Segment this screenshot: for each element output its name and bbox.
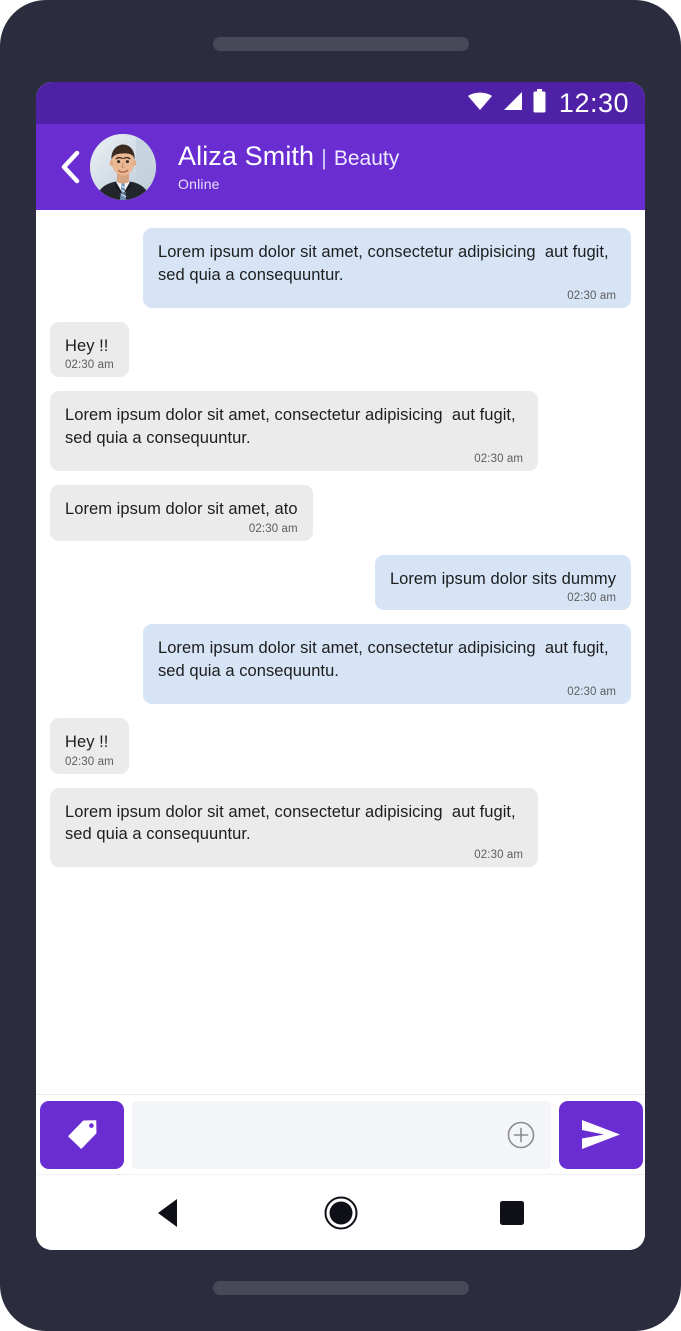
tag-icon xyxy=(68,1119,97,1149)
message-timestamp: 02:30 am xyxy=(248,522,298,535)
message-text: Lorem ipsum dolor sits dummy xyxy=(389,569,616,588)
message-bubble-outgoing[interactable]: Lorem ipsum dolor sits dummy 02:30 am xyxy=(374,554,631,611)
message-timestamp: 02:30 am xyxy=(567,685,616,698)
message-timestamp: 02:30 am xyxy=(65,359,114,372)
message-bubble-incoming[interactable]: Lorem ipsum dolor sit amet, consectetur … xyxy=(50,391,539,471)
message-timestamp: 02:30 am xyxy=(567,592,616,605)
message-bubble-incoming[interactable]: Lorem ipsum dolor sit amet, ato 02:30 am xyxy=(50,484,313,541)
contact-info[interactable]: Aliza Smith | Beauty Online xyxy=(178,140,400,193)
phone-home-indicator-bar xyxy=(212,1281,469,1295)
avatar-photo xyxy=(90,134,156,200)
message-bubble-incoming[interactable]: Hey !! 02:30 am xyxy=(50,717,129,774)
status-bar-time: 12:30 xyxy=(558,87,629,118)
message-text: Hey !! xyxy=(65,732,109,751)
message-text: Lorem ipsum dolor sit amet, ato xyxy=(65,499,298,518)
contact-name-separator: | xyxy=(321,144,327,170)
back-button[interactable] xyxy=(52,144,88,190)
message-input-wrapper[interactable] xyxy=(132,1100,551,1169)
nav-recents-square-icon xyxy=(499,1200,524,1225)
app-bar: Aliza Smith | Beauty Online xyxy=(36,124,645,210)
message-bubble-incoming[interactable]: Hey !! 02:30 am xyxy=(50,321,129,378)
status-bar: 12:30 xyxy=(36,82,645,124)
plus-circle-icon xyxy=(507,1121,535,1148)
avatar[interactable] xyxy=(90,134,156,200)
phone-speaker-bar xyxy=(212,37,469,51)
battery-icon xyxy=(532,88,547,118)
message-timestamp: 02:30 am xyxy=(567,289,616,302)
message-bubble-outgoing[interactable]: Lorem ipsum dolor sit amet, consectetur … xyxy=(142,228,631,308)
phone-screen: 12:30 Aliza Smith | Beauty Online Lorem … xyxy=(36,82,645,1250)
message-input[interactable] xyxy=(148,1100,505,1169)
message-text: Hey !! xyxy=(65,336,109,355)
message-row: Lorem ipsum dolor sit amet, consectetur … xyxy=(50,228,631,308)
nav-back-button[interactable] xyxy=(141,1184,199,1242)
wifi-icon xyxy=(467,91,493,116)
nav-back-triangle-icon xyxy=(157,1198,177,1227)
message-row: Lorem ipsum dolor sits dummy 02:30 am xyxy=(50,554,631,611)
message-row: Lorem ipsum dolor sit amet, consectetur … xyxy=(50,391,631,471)
nav-recents-button[interactable] xyxy=(483,1184,541,1242)
message-row: Hey !! 02:30 am xyxy=(50,321,631,378)
message-text: Lorem ipsum dolor sit amet, consectetur … xyxy=(65,802,521,844)
contact-name: Aliza Smith xyxy=(178,140,315,171)
send-button[interactable] xyxy=(559,1100,643,1169)
tag-button[interactable] xyxy=(40,1100,124,1169)
chat-message-list[interactable]: Lorem ipsum dolor sit amet, consectetur … xyxy=(36,210,645,1094)
message-timestamp: 02:30 am xyxy=(474,452,524,465)
cellular-signal-icon xyxy=(502,91,523,116)
message-input-bar xyxy=(36,1094,645,1174)
message-row: Lorem ipsum dolor sit amet, consectetur … xyxy=(50,624,631,704)
contact-status: Online xyxy=(178,176,220,193)
message-row: Lorem ipsum dolor sit amet, ato 02:30 am xyxy=(50,484,631,541)
chevron-left-icon xyxy=(61,150,80,184)
nav-home-button[interactable] xyxy=(312,1184,370,1242)
message-text: Lorem ipsum dolor sit amet, consectetur … xyxy=(157,243,614,284)
contact-category: Beauty xyxy=(333,146,400,170)
message-timestamp: 02:30 am xyxy=(474,849,524,862)
message-text: Lorem ipsum dolor sit amet, consectetur … xyxy=(157,639,614,681)
message-text: Lorem ipsum dolor sit amet, consectetur … xyxy=(65,406,521,448)
message-timestamp: 02:30 am xyxy=(65,755,114,768)
message-row: Lorem ipsum dolor sit amet, consectetur … xyxy=(50,787,631,868)
android-nav-bar xyxy=(36,1174,645,1250)
message-bubble-outgoing[interactable]: Lorem ipsum dolor sit amet, consectetur … xyxy=(142,624,631,704)
send-paper-plane-icon xyxy=(582,1119,620,1149)
contact-title-row: Aliza Smith | Beauty xyxy=(178,140,400,171)
phone-frame: 12:30 Aliza Smith | Beauty Online Lorem … xyxy=(0,0,681,1331)
message-row: Hey !! 02:30 am xyxy=(50,717,631,774)
attach-button[interactable] xyxy=(505,1119,537,1151)
message-bubble-incoming[interactable]: Lorem ipsum dolor sit amet, consectetur … xyxy=(50,787,539,868)
nav-home-circle-icon xyxy=(324,1196,357,1229)
